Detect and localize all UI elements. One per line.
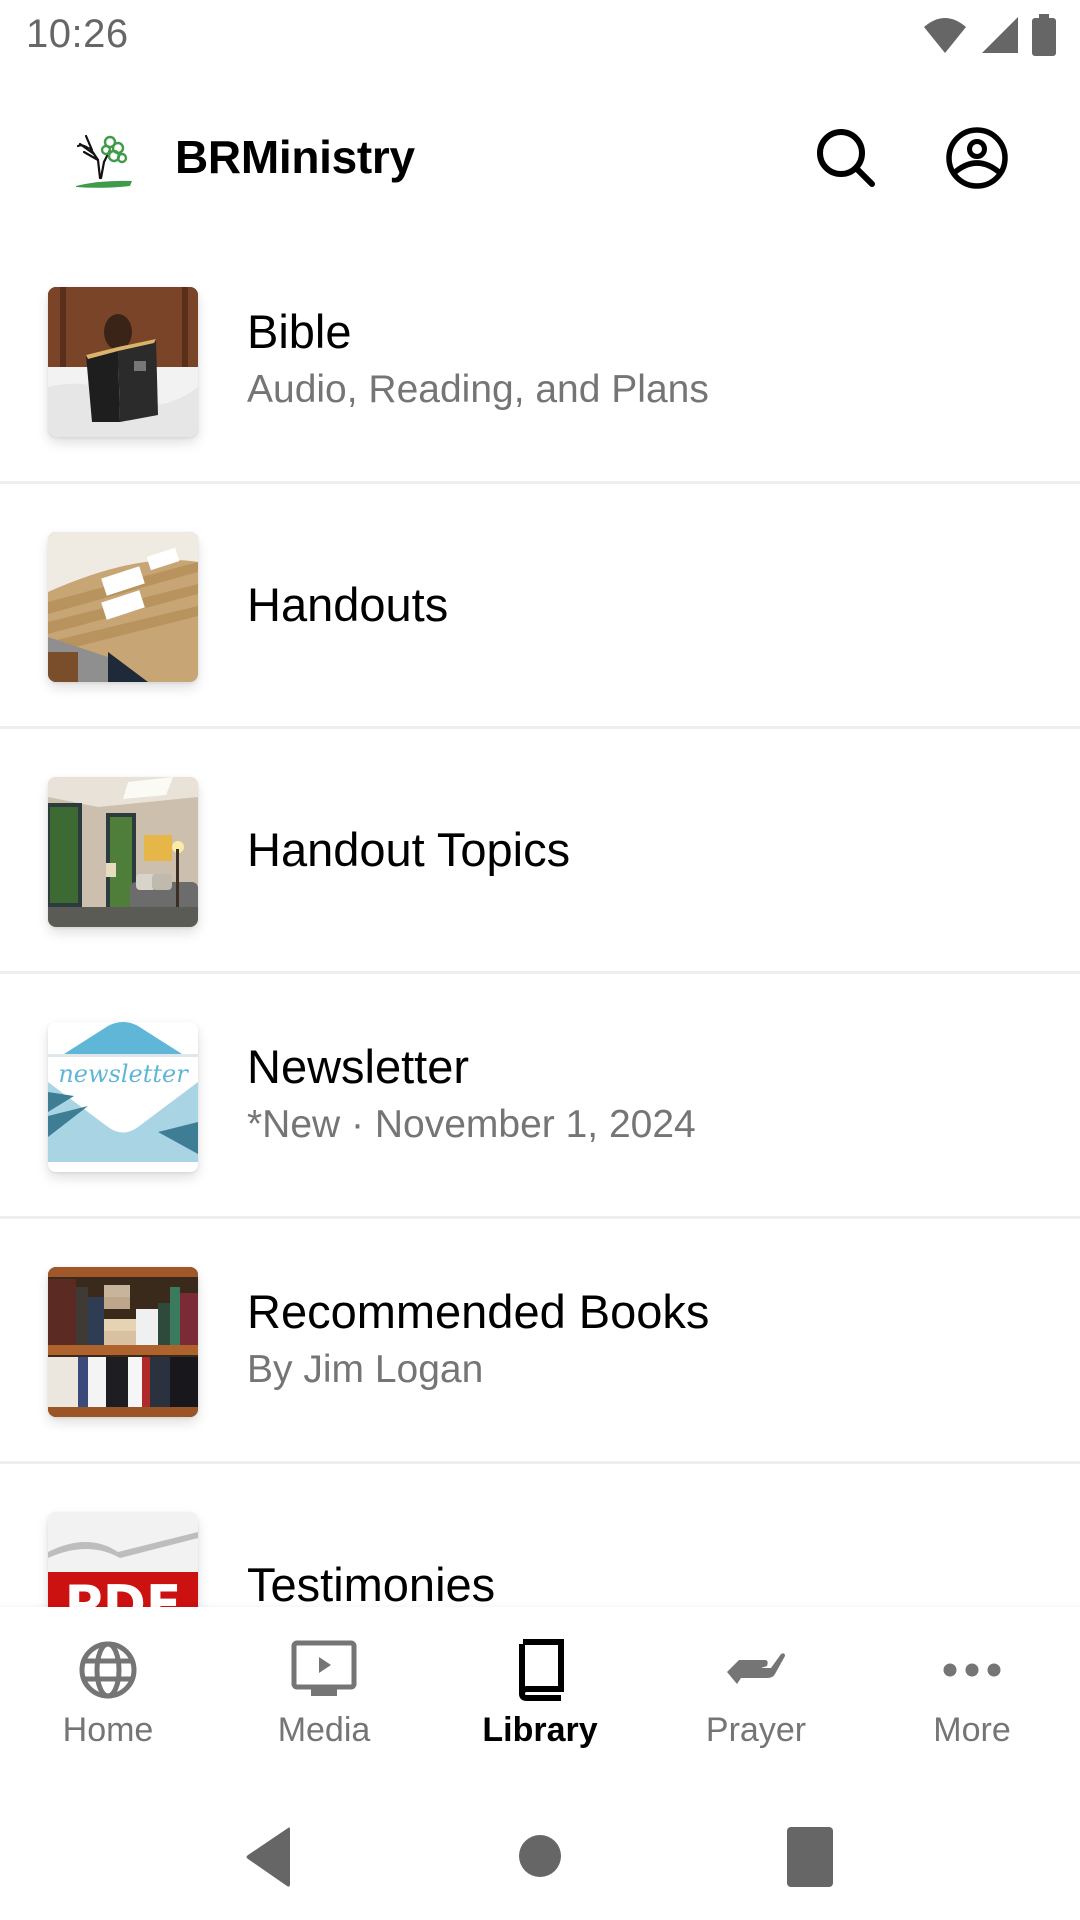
nav-item-home[interactable]: Home — [0, 1607, 216, 1777]
globe-icon — [73, 1635, 143, 1705]
newsletter-thumbnail: newsletter — [48, 1022, 198, 1172]
back-triangle-icon — [246, 1827, 290, 1887]
system-back-button[interactable] — [244, 1824, 292, 1895]
system-recents-button[interactable] — [786, 1826, 834, 1893]
search-button[interactable] — [806, 120, 886, 200]
handout-topics-text: Handout Topics — [247, 729, 570, 971]
search-icon — [814, 126, 878, 195]
list-item-newsletter[interactable]: newsletter Newsletter *New · November 1,… — [0, 974, 1080, 1219]
more-horizontal-icon — [937, 1635, 1007, 1705]
list-item-recommended-books[interactable]: Recommended Books By Jim Logan — [0, 1219, 1080, 1464]
svg-text:newsletter: newsletter — [58, 1060, 189, 1088]
nav-label: More — [933, 1711, 1011, 1749]
list-item-handout-topics[interactable]: Handout Topics — [0, 729, 1080, 974]
system-home-button[interactable] — [518, 1834, 562, 1883]
app-title: BRMinistry — [175, 131, 415, 183]
praying-hand-icon — [721, 1635, 791, 1705]
testimonies-text: Testimonies — [247, 1464, 495, 1607]
status-time: 10:26 — [26, 12, 129, 56]
item-subtitle: By Jim Logan — [247, 1348, 484, 1391]
item-subtitle: *New · November 1, 2024 — [247, 1103, 696, 1146]
status-icons — [922, 14, 1056, 56]
nav-label: Prayer — [705, 1711, 807, 1749]
home-circle-icon — [519, 1835, 561, 1877]
nav-label: Home — [62, 1711, 154, 1749]
cellular-signal-icon — [980, 15, 1020, 55]
bible-text: Bible Audio, Reading, and Plans — [247, 239, 709, 481]
item-title: Recommended Books — [247, 1285, 710, 1338]
tv-play-icon — [289, 1635, 359, 1705]
status-bar: 10:26 — [0, 0, 1080, 72]
list-item-testimonies[interactable]: PDF Testimonies — [0, 1464, 1080, 1607]
nav-item-prayer[interactable]: Prayer — [648, 1607, 864, 1777]
item-title: Handout Topics — [247, 823, 571, 876]
nav-item-more[interactable]: More — [864, 1607, 1080, 1777]
library-list[interactable]: Bible Audio, Reading, and Plans Handouts… — [0, 239, 1080, 1607]
newsletter-text: Newsletter *New · November 1, 2024 — [247, 974, 696, 1216]
app-logo-tree-icon — [70, 126, 136, 192]
book-icon — [505, 1635, 575, 1705]
handout-topics-thumbnail — [48, 777, 198, 927]
item-title: Newsletter — [247, 1040, 470, 1093]
profile-button[interactable] — [937, 120, 1017, 200]
svg-text:PDF: PDF — [65, 1575, 182, 1607]
recommended-books-thumbnail — [48, 1267, 198, 1417]
battery-icon — [1032, 14, 1056, 56]
nav-label: Library — [482, 1711, 598, 1749]
item-title: Bible — [247, 305, 352, 358]
recents-square-icon — [787, 1827, 833, 1887]
recommended-books-text: Recommended Books By Jim Logan — [247, 1219, 709, 1461]
item-title: Testimonies — [247, 1558, 496, 1607]
bottom-navigation: Home Media Library Prayer More — [0, 1607, 1080, 1777]
nav-label: Media — [277, 1711, 371, 1749]
app-bar: BRMinistry — [0, 100, 1080, 215]
list-item-handouts[interactable]: Handouts — [0, 484, 1080, 729]
list-item-bible[interactable]: Bible Audio, Reading, and Plans — [0, 239, 1080, 484]
testimonies-thumbnail: PDF — [48, 1512, 198, 1607]
nav-item-library[interactable]: Library — [432, 1607, 648, 1777]
nav-item-media[interactable]: Media — [216, 1607, 432, 1777]
bible-thumbnail — [48, 287, 198, 437]
item-subtitle: Audio, Reading, and Plans — [247, 368, 709, 411]
system-navigation-bar — [0, 1780, 1080, 1920]
item-title: Handouts — [247, 578, 449, 631]
handouts-thumbnail — [48, 532, 198, 682]
handouts-text: Handouts — [247, 484, 448, 726]
wifi-icon — [922, 15, 968, 55]
account-circle-icon — [944, 125, 1010, 196]
